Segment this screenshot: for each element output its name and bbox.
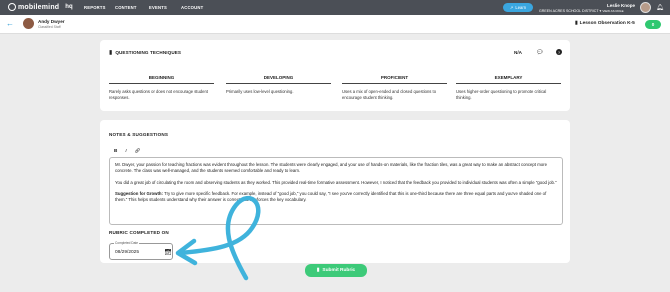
observed-user-avatar [23, 18, 34, 29]
user-avatar[interactable] [640, 2, 651, 13]
district-selector[interactable]: GREEN ACRES SCHOOL DISTRICT ▾ VIEW AS RO… [539, 9, 624, 13]
notes-paragraph-3: Suggestion for Growth: Try to give more … [115, 191, 547, 203]
submit-rubric-button[interactable]: ▮ Submit Rubric [305, 264, 367, 277]
rubric-card: ▮ QUESTIONING TECHNIQUES N/A 💬︎ ? BEGINN… [100, 40, 570, 111]
italic-icon[interactable]: I [125, 148, 126, 154]
level-developing[interactable]: DEVELOPING Primarily uses low-level ques… [226, 75, 331, 95]
calendar-icon[interactable]: 📅︎ [164, 249, 172, 256]
observation-title: ▮ Lesson Observation K-5 [575, 21, 635, 26]
rubric-score: N/A [514, 50, 522, 55]
observation-header: ← Andy Dwyer Classified Staff ▮ Lesson O… [0, 15, 670, 34]
observed-user-role: Classified Staff [38, 24, 61, 29]
notes-paragraph-1: Mr. Dwyer, your passion for teaching fra… [115, 162, 547, 173]
link-icon[interactable]: 🔗︎ [135, 148, 141, 154]
logo-suffix: hq [65, 4, 73, 10]
notes-card: NOTES & SUGGESTIONS B I 🔗︎ Mr. Dwyer, yo… [100, 120, 570, 263]
date-value: 08/29/2025 [115, 250, 140, 255]
nav-account[interactable]: ACCOUNT [181, 5, 203, 10]
comment-icon[interactable]: 💬︎ [536, 49, 544, 56]
clipboard-icon: ▮ [109, 50, 113, 56]
completed-date-field[interactable]: Completed Date 08/29/2025 📅︎ [109, 241, 173, 260]
rubric-section-header: ▮ QUESTIONING TECHNIQUES [109, 49, 181, 56]
level-beginning[interactable]: BEGINNING Rarely asks questions or does … [109, 75, 214, 101]
back-arrow-icon[interactable]: ← [6, 19, 14, 28]
notes-paragraph-2: You did a great job of circulating the r… [115, 179, 557, 185]
app-logo[interactable]: mobilemind hq [8, 3, 73, 11]
rubric-completed-title: RUBRIC COMPLETED ON [109, 230, 169, 235]
document-icon: ▮ [575, 21, 578, 26]
date-field-label: Completed Date [114, 241, 140, 245]
learn-button[interactable]: ↗ Learn [503, 3, 533, 12]
level-exemplary[interactable]: EXEMPLARY Uses higher-order questioning … [456, 75, 561, 101]
observed-user-name: Andy Dwyer [38, 19, 65, 24]
user-name[interactable]: Leslie Knope [607, 3, 635, 8]
logo-icon [8, 3, 16, 11]
bold-icon[interactable]: B [114, 148, 117, 154]
notes-textarea[interactable]: Mr. Dwyer, your passion for teaching fra… [109, 157, 563, 225]
score-badge: 0 [645, 20, 661, 29]
help-icon[interactable]: ? [556, 49, 562, 55]
bell-icon[interactable]: 🔔︎ [656, 4, 664, 11]
logo-text: mobilemind [18, 3, 60, 11]
nav-events[interactable]: EVENTS [149, 5, 167, 10]
section-title: QUESTIONING TECHNIQUES [115, 50, 182, 55]
nav-reports[interactable]: REPORTS [84, 5, 106, 10]
nav-content[interactable]: CONTENT [115, 5, 137, 10]
learn-icon: ↗ [509, 5, 514, 10]
document-icon: ▮ [316, 268, 320, 273]
notes-title: NOTES & SUGGESTIONS [109, 132, 169, 137]
formatting-toolbar: B I 🔗︎ [114, 148, 140, 154]
level-proficient[interactable]: PROFICIENT Uses a mix of open-ended and … [342, 75, 447, 101]
top-navbar: mobilemind hq REPORTS CONTENT EVENTS ACC… [0, 0, 670, 15]
